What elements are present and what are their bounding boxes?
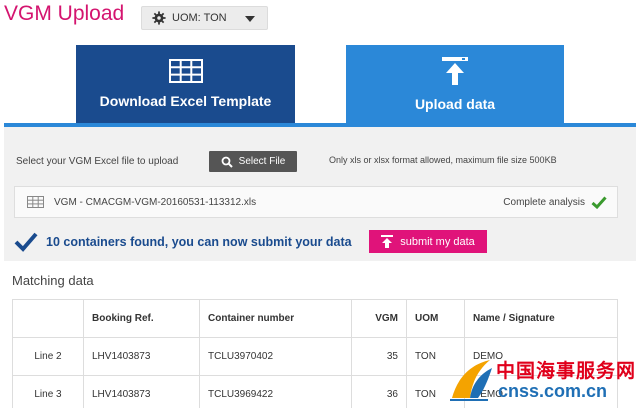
column-header-uom: UOM bbox=[406, 299, 465, 338]
file-name: VGM - CMACGM-VGM-20160531-113312.xls bbox=[54, 196, 257, 208]
watermark-cn-text: 中国海事服务网 bbox=[496, 360, 637, 382]
gear-icon bbox=[152, 11, 166, 25]
spreadsheet-icon bbox=[27, 196, 44, 208]
uom-select[interactable]: UOM: TON bbox=[141, 6, 268, 30]
cell-booking: LHV1403873 bbox=[83, 375, 200, 408]
page-title: VGM Upload bbox=[4, 2, 125, 25]
column-header-line bbox=[12, 299, 84, 338]
column-header-booking: Booking Ref. bbox=[83, 299, 200, 338]
uom-select-label: UOM: TON bbox=[172, 12, 227, 24]
cell-vgm: 36 bbox=[351, 375, 407, 408]
search-icon bbox=[221, 156, 233, 168]
cell-line: Line 2 bbox=[12, 337, 84, 376]
table-header-row: Booking Ref. Container number VGM UOM Na… bbox=[12, 299, 618, 338]
cell-line: Line 3 bbox=[12, 375, 84, 408]
tab-upload-data[interactable]: Upload data bbox=[346, 45, 564, 123]
containers-found-text: 10 containers found, you can now submit … bbox=[46, 235, 352, 249]
sail-logo-icon bbox=[450, 360, 492, 401]
watermark-en-text: cnss.com.cn bbox=[498, 381, 608, 401]
cell-container: TCLU3969422 bbox=[199, 375, 352, 408]
select-file-button[interactable]: Select File bbox=[209, 151, 297, 172]
check-icon bbox=[591, 196, 607, 209]
column-header-vgm: VGM bbox=[351, 299, 407, 338]
cell-container: TCLU3970402 bbox=[199, 337, 352, 376]
submit-data-label: submit my data bbox=[400, 235, 475, 248]
matching-data-title: Matching data bbox=[12, 273, 94, 288]
watermark: 中国海事服务网 cnss.com.cn bbox=[448, 352, 640, 408]
analysis-status-text: Complete analysis bbox=[503, 197, 585, 208]
select-file-label: Select your VGM Excel file to upload bbox=[16, 156, 179, 167]
column-header-container: Container number bbox=[199, 299, 352, 338]
column-header-name: Name / Signature bbox=[464, 299, 618, 338]
upload-icon bbox=[442, 57, 468, 85]
tab-download-excel-template[interactable]: Download Excel Template bbox=[76, 45, 295, 123]
upload-icon bbox=[381, 235, 394, 248]
check-icon bbox=[14, 232, 38, 252]
analysis-status: Complete analysis bbox=[503, 196, 607, 209]
cell-booking: LHV1403873 bbox=[83, 337, 200, 376]
cell-vgm: 35 bbox=[351, 337, 407, 376]
grid-icon bbox=[168, 59, 203, 83]
chevron-down-icon bbox=[245, 16, 255, 22]
select-file-button-label: Select File bbox=[238, 156, 286, 167]
submit-data-button[interactable]: submit my data bbox=[369, 230, 487, 253]
format-note: Only xls or xlsx format allowed, maximum… bbox=[329, 155, 557, 165]
uploaded-file-row: VGM - CMACGM-VGM-20160531-113312.xls Com… bbox=[14, 186, 618, 218]
tab-upload-label: Upload data bbox=[414, 96, 496, 112]
containers-found-message: 10 containers found, you can now submit … bbox=[14, 232, 352, 252]
tab-download-label: Download Excel Template bbox=[99, 93, 272, 109]
